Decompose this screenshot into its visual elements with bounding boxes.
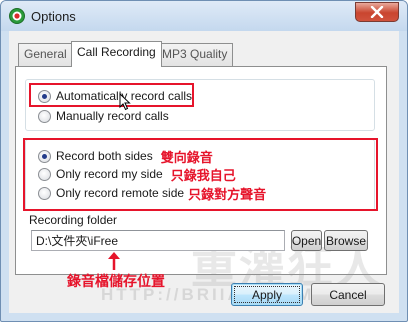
options-window: Options General Call Recording MP3 Quali… — [0, 0, 408, 322]
mouse-cursor-icon — [119, 92, 131, 114]
recording-folder-input[interactable] — [31, 230, 285, 251]
close-icon — [370, 6, 384, 18]
browse-folder-button[interactable]: Browse — [324, 230, 368, 251]
tab-general[interactable]: General — [18, 43, 73, 66]
app-icon — [9, 8, 25, 24]
open-folder-button[interactable]: Open — [291, 230, 322, 251]
cancel-button[interactable]: Cancel — [311, 283, 385, 306]
radio-manually-record[interactable]: Manually record calls — [38, 108, 169, 124]
close-button[interactable] — [355, 2, 399, 22]
window-title: Options — [31, 9, 76, 24]
radio-label: Manually record calls — [56, 109, 169, 123]
tab-mp3-quality[interactable]: MP3 Quality — [156, 43, 234, 66]
highlight-box-record-sides — [23, 138, 378, 211]
annotation-folder-location: 錄音檔儲存位置 — [67, 274, 165, 290]
radio-button[interactable] — [38, 109, 51, 123]
recording-folder-label: Recording folder — [29, 213, 118, 227]
highlight-box-auto-record — [29, 83, 194, 107]
title-bar[interactable]: Options — [1, 1, 407, 31]
tab-call-recording[interactable]: Call Recording — [71, 41, 162, 67]
apply-button[interactable]: Apply — [231, 283, 303, 306]
